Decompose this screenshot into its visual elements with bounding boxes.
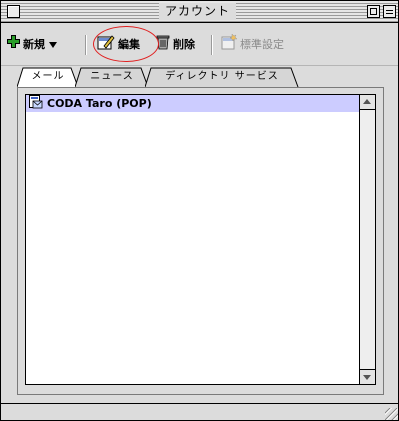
plus-icon bbox=[7, 35, 20, 55]
toolbar: 新規 編集 削除 標準設定 bbox=[1, 23, 398, 66]
tab-mail[interactable]: メール bbox=[17, 67, 79, 87]
toolbar-separator bbox=[85, 35, 87, 55]
default-settings-label: 標準設定 bbox=[240, 38, 284, 51]
tab-mail-label: メール bbox=[31, 71, 65, 82]
new-menu-arrow-icon[interactable] bbox=[49, 35, 57, 55]
default-settings-button[interactable]: 標準設定 bbox=[221, 32, 284, 57]
new-button[interactable]: 新規 bbox=[7, 35, 57, 55]
status-bar bbox=[1, 403, 398, 420]
scroll-down-arrow-icon[interactable] bbox=[360, 369, 375, 384]
close-box[interactable] bbox=[7, 5, 20, 18]
account-name: CODA Taro (POP) bbox=[47, 97, 152, 110]
tab-news-label: ニュース bbox=[90, 71, 134, 82]
edit-icon bbox=[97, 34, 115, 57]
zoom-box[interactable] bbox=[367, 5, 380, 18]
tab-directory-service[interactable]: ディレクトリ サービス bbox=[145, 67, 299, 87]
mail-account-icon bbox=[29, 95, 43, 112]
account-list[interactable]: CODA Taro (POP) bbox=[25, 94, 376, 385]
title-bar[interactable]: アカウント bbox=[1, 1, 398, 23]
vertical-scrollbar[interactable] bbox=[359, 95, 375, 384]
trash-icon bbox=[156, 34, 170, 57]
tab-bar: メール ニュース ディレクトリ サービス bbox=[17, 67, 398, 87]
tab-directory-service-label: ディレクトリ サービス bbox=[165, 71, 279, 82]
edit-button[interactable]: 編集 bbox=[97, 34, 140, 57]
account-window: アカウント 新規 編集 削除 標準設定 メール ニュース ディレクトリ サービス… bbox=[0, 0, 399, 421]
mail-tab-panel: CODA Taro (POP) bbox=[17, 87, 384, 395]
default-settings-icon bbox=[221, 32, 238, 57]
window-title: アカウント bbox=[159, 3, 237, 20]
tab-news[interactable]: ニュース bbox=[75, 67, 149, 87]
toolbar-separator bbox=[211, 35, 213, 55]
delete-button[interactable]: 削除 bbox=[156, 35, 195, 55]
edit-button-label: 編集 bbox=[118, 38, 140, 51]
account-row[interactable]: CODA Taro (POP) bbox=[26, 95, 360, 112]
collapse-box[interactable] bbox=[383, 5, 396, 18]
scroll-up-arrow-icon[interactable] bbox=[360, 95, 375, 110]
resize-grip-icon[interactable] bbox=[385, 408, 398, 420]
new-button-label: 新規 bbox=[23, 38, 45, 51]
delete-button-label: 削除 bbox=[173, 38, 195, 51]
